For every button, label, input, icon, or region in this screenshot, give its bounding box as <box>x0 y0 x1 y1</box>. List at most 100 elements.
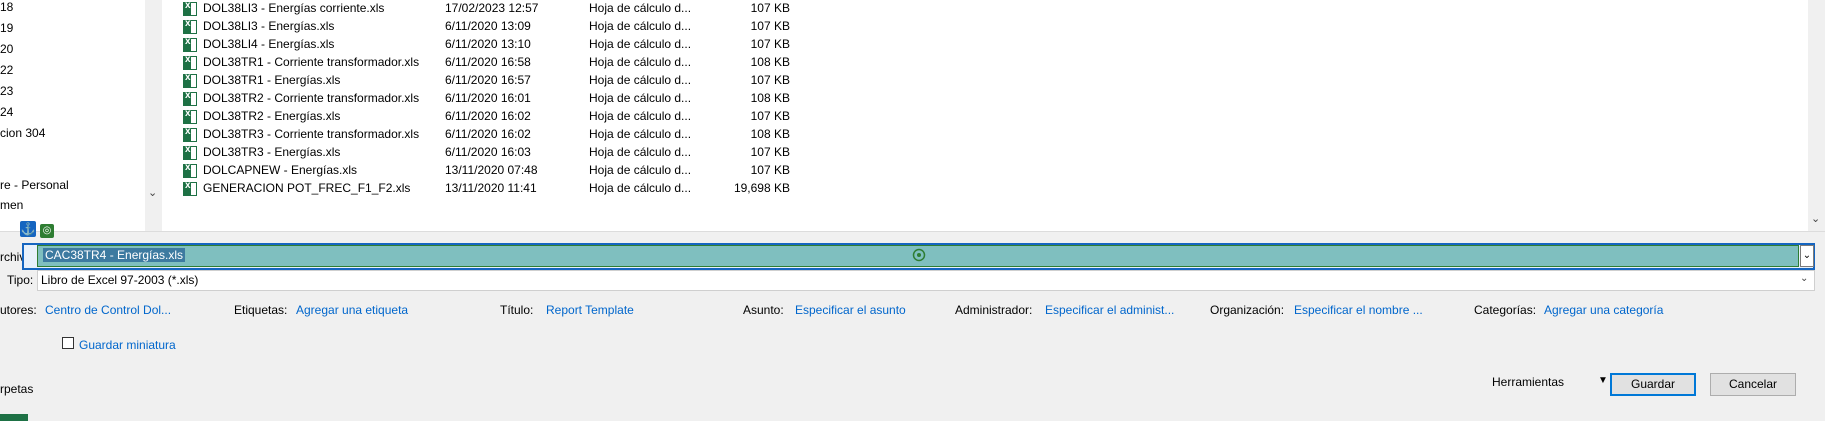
nav-item-22[interactable]: 22 <box>0 63 13 77</box>
excel-file-icon <box>183 36 197 52</box>
hide-folders-label[interactable]: rpetas <box>0 382 33 396</box>
save-button[interactable]: Guardar <box>1610 373 1696 396</box>
anchor-icon: ⚓ <box>20 221 36 237</box>
file-type: Hoja de cálculo d... <box>589 55 692 69</box>
nav-item-20[interactable]: 20 <box>0 42 13 56</box>
divider <box>0 231 1825 232</box>
file-name: DOL38TR2 - Energías.xls <box>203 109 341 123</box>
file-size: 107 KB <box>750 73 790 87</box>
save-thumbnail-checkbox[interactable] <box>62 337 74 349</box>
target-icon <box>912 248 926 262</box>
excel-file-icon <box>183 54 197 70</box>
file-size: 108 KB <box>750 55 790 69</box>
tags-label: Etiquetas: <box>234 303 288 317</box>
file-date: 6/11/2020 16:03 <box>445 145 531 159</box>
subject-value[interactable]: Especificar el asunto <box>795 303 906 317</box>
nav-scrollbar[interactable]: ⌄ <box>145 0 162 231</box>
file-name: DOL38TR1 - Energías.xls <box>203 73 341 87</box>
nav-item-18[interactable]: 18 <box>0 0 13 14</box>
file-size: 108 KB <box>750 91 790 105</box>
categories-value[interactable]: Agregar una categoría <box>1544 303 1663 317</box>
file-size: 107 KB <box>750 37 790 51</box>
file-type: Hoja de cálculo d... <box>589 19 692 33</box>
file-date: 6/11/2020 16:02 <box>445 127 531 141</box>
taskbar-excel-indicator <box>0 414 28 421</box>
file-row[interactable]: GENERACION POT_FREC_F1_F2.xls 13/11/2020… <box>163 180 1803 201</box>
file-size: 107 KB <box>750 145 790 159</box>
file-name: DOLCAPNEW - Energías.xls <box>203 163 358 177</box>
file-type: Hoja de cálculo d... <box>589 1 692 15</box>
save-thumbnail-label[interactable]: Guardar miniatura <box>79 338 176 352</box>
file-type: Hoja de cálculo d... <box>589 73 692 87</box>
file-type: Hoja de cálculo d... <box>589 109 692 123</box>
excel-file-icon <box>183 72 197 88</box>
file-name: DOL38LI3 - Energías.xls <box>203 19 335 33</box>
subject-label: Asunto: <box>743 303 784 317</box>
file-name: DOL38TR3 - Energías.xls <box>203 145 341 159</box>
tags-value[interactable]: Agregar una etiqueta <box>296 303 408 317</box>
filename-selected-text[interactable]: CAC38TR4 - Energías.xls <box>43 248 186 262</box>
file-type: Hoja de cálculo d... <box>589 181 692 195</box>
file-name: GENERACION POT_FREC_F1_F2.xls <box>203 181 411 195</box>
manager-value[interactable]: Especificar el administ... <box>1045 303 1174 317</box>
bottom-strip <box>0 414 1825 421</box>
file-name: DOL38TR1 - Corriente transformador.xls <box>203 55 420 69</box>
file-name: DOL38TR2 - Corriente transformador.xls <box>203 91 420 105</box>
categories-label: Categorías: <box>1474 303 1537 317</box>
excel-file-icon <box>183 108 197 124</box>
company-label: Organización: <box>1210 303 1285 317</box>
file-date: 6/11/2020 13:10 <box>445 37 531 51</box>
nav-item-24[interactable]: 24 <box>0 105 13 119</box>
nav-item-19[interactable]: 19 <box>0 21 13 35</box>
target-badge-icon: ◎ <box>40 224 54 238</box>
filetype-label: Tipo: <box>7 273 34 287</box>
excel-file-icon <box>183 144 197 160</box>
file-type: Hoja de cálculo d... <box>589 37 692 51</box>
file-type: Hoja de cálculo d... <box>589 91 692 105</box>
file-size: 107 KB <box>750 1 790 15</box>
chevron-down-icon[interactable]: ⌄ <box>1800 273 1808 284</box>
title-value[interactable]: Report Template <box>546 303 634 317</box>
file-name: DOL38LI3 - Energías corriente.xls <box>203 1 385 15</box>
file-type: Hoja de cálculo d... <box>589 163 692 177</box>
caret-down-icon[interactable]: ▼ <box>1598 375 1608 386</box>
company-value[interactable]: Especificar el nombre ... <box>1294 303 1423 317</box>
tools-button[interactable]: Herramientas <box>1492 375 1564 389</box>
filetype-select[interactable] <box>37 270 1815 291</box>
file-name: DOL38LI4 - Energías.xls <box>203 37 335 51</box>
file-name: DOL38TR3 - Corriente transformador.xls <box>203 127 420 141</box>
authors-value[interactable]: Centro de Control Dol... <box>45 303 171 317</box>
file-list-scrollbar[interactable]: ⌄ <box>1808 0 1825 231</box>
file-type: Hoja de cálculo d... <box>589 127 692 141</box>
excel-file-icon <box>183 0 197 16</box>
chevron-down-icon[interactable]: ⌄ <box>1811 212 1820 225</box>
excel-file-icon <box>183 180 197 196</box>
filename-dropdown-button[interactable]: ⌄ <box>1800 245 1814 267</box>
nav-item-partial[interactable]: men <box>0 198 23 212</box>
navigation-pane[interactable]: 18 19 20 22 23 24 cion 304 re - Personal… <box>0 0 163 231</box>
nav-item-23[interactable]: 23 <box>0 84 13 98</box>
excel-file-icon <box>183 90 197 106</box>
filetype-value[interactable]: Libro de Excel 97-2003 (*.xls) <box>41 273 198 287</box>
file-type: Hoja de cálculo d... <box>589 145 692 159</box>
excel-file-icon <box>183 162 197 178</box>
file-date: 6/11/2020 16:02 <box>445 109 531 123</box>
excel-file-icon <box>183 18 197 34</box>
file-size: 107 KB <box>750 19 790 33</box>
file-size: 107 KB <box>750 109 790 123</box>
file-size: 19,698 KB <box>733 181 790 195</box>
authors-label: utores: <box>0 303 37 317</box>
excel-file-icon <box>183 126 197 142</box>
file-date: 6/11/2020 16:57 <box>445 73 531 87</box>
manager-label: Administrador: <box>955 303 1033 317</box>
nav-item-cion-304[interactable]: cion 304 <box>0 126 45 140</box>
file-size: 108 KB <box>750 127 790 141</box>
file-size: 107 KB <box>750 163 790 177</box>
file-date: 13/11/2020 07:48 <box>445 163 538 177</box>
cancel-button[interactable]: Cancelar <box>1710 373 1796 396</box>
title-label: Título: <box>500 303 534 317</box>
file-list[interactable]: DOL38LI3 - Energías corriente.xls 17/02/… <box>163 0 1825 231</box>
nav-item-personal[interactable]: re - Personal <box>0 178 69 192</box>
chevron-down-icon[interactable]: ⌄ <box>148 186 157 199</box>
file-date: 6/11/2020 16:58 <box>445 55 531 69</box>
